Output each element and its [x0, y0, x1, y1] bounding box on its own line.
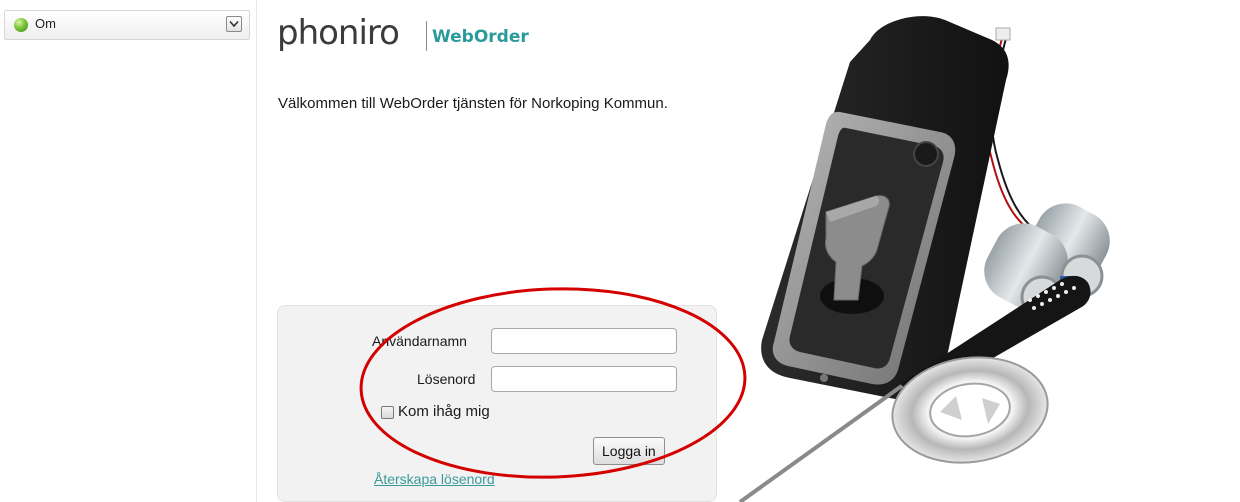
remember-me-label: Kom ihåg mig	[398, 403, 490, 420]
remember-me-checkbox[interactable]	[381, 406, 394, 419]
password-label: Lösenord	[417, 371, 476, 387]
logo-divider	[426, 21, 427, 51]
chevron-down-icon[interactable]	[226, 16, 242, 32]
logo-product: WebOrder	[432, 27, 529, 47]
welcome-text: Välkommen till WebOrder tjänsten för Nor…	[278, 95, 668, 112]
username-field[interactable]	[491, 328, 677, 354]
green-dot-icon	[14, 18, 28, 32]
password-field[interactable]	[491, 366, 677, 392]
sidebar: Om	[0, 0, 257, 502]
recover-password-link[interactable]: Återskapa lösenord	[374, 471, 495, 487]
sidebar-header-om[interactable]: Om	[4, 10, 250, 40]
login-button[interactable]: Logga in	[593, 437, 665, 465]
door-lock-product-image	[738, 16, 1110, 502]
sidebar-header-label: Om	[35, 16, 56, 31]
username-label: Användarnamn	[372, 333, 467, 349]
logo-brand: phoniro	[277, 13, 400, 53]
